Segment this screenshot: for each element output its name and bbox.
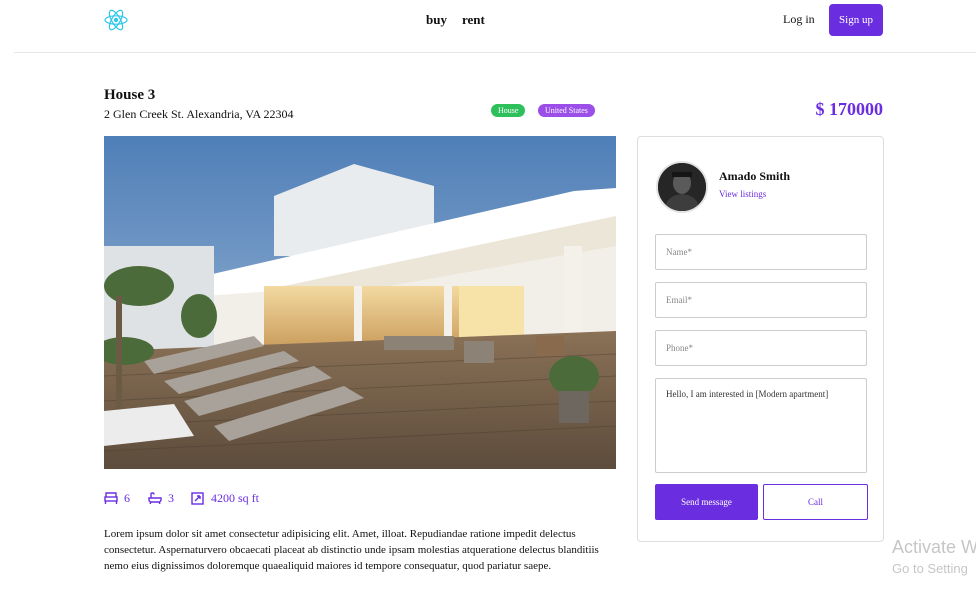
listing-description: Lorem ipsum dolor sit amet consectetur a… [104,528,599,572]
name-field[interactable] [655,234,867,270]
email-field[interactable] [655,282,867,318]
listing-title: House 3 [104,87,156,103]
top-navbar: buy rent Log in Sign up [0,0,976,53]
bathtub-icon [148,492,162,504]
signup-button[interactable]: Sign up [829,4,883,36]
react-atom-icon[interactable] [103,7,129,33]
header-divider [14,52,976,53]
listing-price: $ 170000 [815,99,884,119]
message-field[interactable]: Hello, I am interested in [Modern apartm… [655,378,867,473]
beds-count: 6 [124,491,130,505]
property-photo [104,136,616,469]
bed-icon [104,492,118,504]
call-button[interactable]: Call [763,484,868,520]
nav-rent-link[interactable]: rent [462,12,485,28]
phone-field[interactable] [655,330,867,366]
listing-address: 2 Glen Creek St. Alexandria, VA 22304 [104,107,294,121]
country-badge: United States [538,104,595,117]
area-value: 4200 sq ft [211,491,259,505]
view-listings-link[interactable]: View listings [719,189,766,199]
login-link[interactable]: Log in [783,12,815,27]
area-icon [191,492,204,505]
go-to-settings-watermark: Go to Setting [892,561,968,576]
agent-name: Amado Smith [719,169,791,183]
property-type-badge: House [491,104,526,117]
activate-windows-watermark: Activate W [892,537,976,557]
agent-avatar [656,161,708,213]
baths-count: 3 [168,491,174,505]
nav-buy-link[interactable]: buy [426,12,447,28]
send-message-button[interactable]: Send message [655,484,758,520]
contact-agent-card: Amado Smith View listings Hello, I am in… [637,136,884,542]
